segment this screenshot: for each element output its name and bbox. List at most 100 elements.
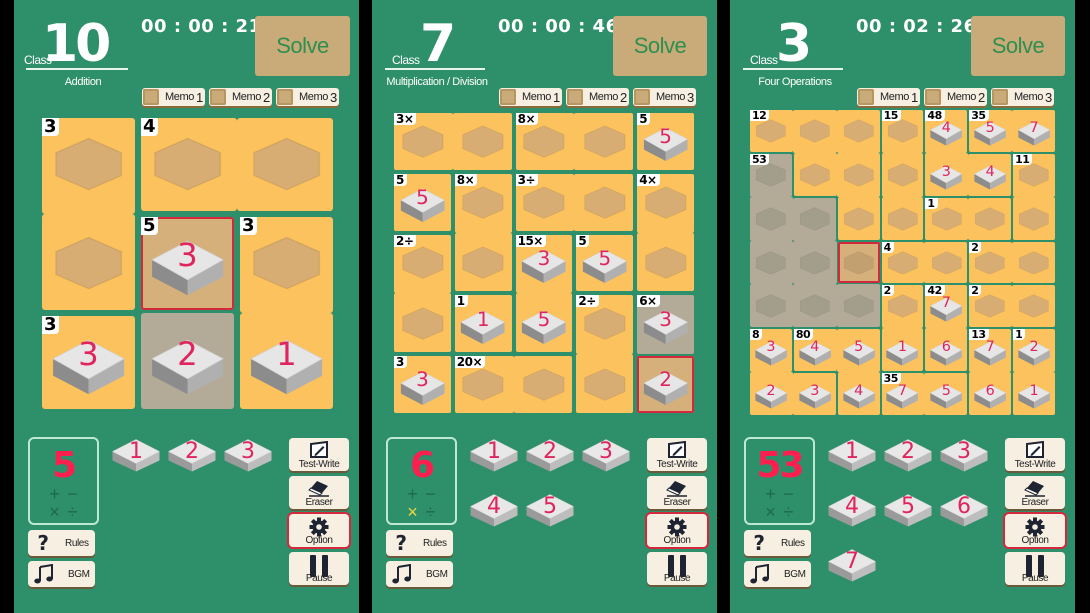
keypad-4-button[interactable]: 4 xyxy=(827,492,877,528)
number-tile[interactable]: 3 xyxy=(642,307,689,345)
eraser-button[interactable]: Eraser xyxy=(647,476,707,509)
memo-2-button[interactable]: Memo 2 xyxy=(566,88,629,106)
tile-number: 5 xyxy=(941,382,951,399)
number-tile[interactable]: 4 xyxy=(798,339,832,366)
rules-button[interactable]: ? Rules xyxy=(386,530,453,556)
number-tile[interactable]: 5 xyxy=(973,119,1007,146)
empty-slot-hex xyxy=(974,206,1006,231)
bgm-button[interactable]: BGM xyxy=(28,561,95,587)
pause-button[interactable]: Pause xyxy=(1005,552,1065,585)
number-tile[interactable]: 6 xyxy=(929,339,963,366)
memo-number: 2 xyxy=(619,89,627,105)
number-tile[interactable]: 7 xyxy=(885,382,919,410)
class-underline xyxy=(385,68,485,70)
keypad-2-button[interactable]: 2 xyxy=(167,437,217,473)
rules-button[interactable]: ? Rules xyxy=(744,530,811,556)
memo-3-button[interactable]: Memo 3 xyxy=(633,88,696,106)
number-tile[interactable]: 7 xyxy=(929,295,963,322)
memo-2-button[interactable]: Memo 2 xyxy=(924,88,987,106)
number-tile[interactable]: 3 xyxy=(929,163,963,190)
memo-2-button[interactable]: Memo 2 xyxy=(209,88,272,106)
option-button[interactable]: Option xyxy=(289,514,349,547)
memo-3-button[interactable]: Memo 3 xyxy=(991,88,1054,106)
bgm-button[interactable]: BGM xyxy=(744,561,811,587)
option-button[interactable]: Option xyxy=(1005,514,1065,547)
number-tile[interactable]: 5 xyxy=(929,382,963,410)
number-tile[interactable]: 5 xyxy=(520,307,567,345)
tile-number: 6 xyxy=(941,339,951,356)
keypad-3-button[interactable]: 3 xyxy=(223,437,273,473)
number-tile[interactable]: 1 xyxy=(248,334,325,396)
solve-button[interactable]: Solve xyxy=(971,16,1065,76)
memo-checkbox[interactable] xyxy=(143,89,159,105)
keypad-6-button[interactable]: 6 xyxy=(939,492,989,528)
memo-checkbox[interactable] xyxy=(925,89,941,105)
keypad-3-button[interactable]: 3 xyxy=(581,437,631,473)
test-write-button[interactable]: Test-Write xyxy=(289,438,349,471)
number-tile[interactable]: 3 xyxy=(798,382,832,410)
number-tile[interactable]: 6 xyxy=(973,382,1007,410)
keypad-5-button[interactable]: 5 xyxy=(525,492,575,528)
rules-button[interactable]: ? Rules xyxy=(28,530,95,556)
empty-slot-hex xyxy=(152,137,223,191)
number-tile[interactable]: 5 xyxy=(581,246,628,284)
test-write-button[interactable]: Test-Write xyxy=(1005,438,1065,471)
number-tile[interactable]: 7 xyxy=(1017,119,1051,146)
memo-1-button[interactable]: Memo 1 xyxy=(499,88,562,106)
number-tile[interactable]: 5 xyxy=(642,124,689,162)
cage-clue: 4× xyxy=(637,173,660,186)
memo-checkbox[interactable] xyxy=(277,89,293,105)
number-tile[interactable]: 5 xyxy=(399,185,446,223)
number-tile[interactable]: 4 xyxy=(842,382,876,410)
memo-checkbox[interactable] xyxy=(567,89,583,105)
test-write-button[interactable]: Test-Write xyxy=(647,438,707,471)
target-value: 5 xyxy=(51,445,77,486)
keypad-number: 1 xyxy=(129,439,143,464)
number-tile[interactable]: 3 xyxy=(399,368,446,406)
pause-button[interactable]: Pause xyxy=(647,552,707,585)
number-tile[interactable]: 1 xyxy=(885,339,919,366)
number-tile[interactable]: 2 xyxy=(149,334,226,396)
option-button[interactable]: Option xyxy=(647,514,707,547)
memo-1-button[interactable]: Memo 1 xyxy=(857,88,920,106)
memo-label: Memo xyxy=(1014,91,1043,103)
memo-3-button[interactable]: Memo 3 xyxy=(276,88,339,106)
memo-checkbox[interactable] xyxy=(634,89,650,105)
keypad-1-button[interactable]: 1 xyxy=(827,437,877,473)
memo-checkbox[interactable] xyxy=(500,89,516,105)
number-tile[interactable]: 4 xyxy=(929,119,963,146)
number-tile[interactable]: 2 xyxy=(754,382,788,410)
keypad-4-button[interactable]: 4 xyxy=(469,492,519,528)
class-label: Class xyxy=(392,53,420,67)
solve-button[interactable]: Solve xyxy=(255,16,350,76)
keypad-1-button[interactable]: 1 xyxy=(469,437,519,473)
keypad-1-button[interactable]: 1 xyxy=(111,437,161,473)
keypad-5-button[interactable]: 5 xyxy=(883,492,933,528)
cage-clue: 8 xyxy=(750,329,763,341)
pause-button[interactable]: Pause xyxy=(289,552,349,585)
number-tile[interactable]: 7 xyxy=(973,339,1007,366)
number-tile[interactable]: 3 xyxy=(149,235,226,297)
number-tile[interactable]: 1 xyxy=(1017,382,1051,410)
number-tile[interactable]: 3 xyxy=(754,339,788,366)
bgm-button[interactable]: BGM xyxy=(386,561,453,587)
keypad-3-button[interactable]: 3 xyxy=(939,437,989,473)
number-tile[interactable]: 5 xyxy=(842,339,876,366)
number-tile[interactable]: 2 xyxy=(642,368,689,406)
keypad-2-button[interactable]: 2 xyxy=(883,437,933,473)
memo-checkbox[interactable] xyxy=(858,89,874,105)
number-tile[interactable]: 1 xyxy=(459,307,506,345)
number-tile[interactable]: 3 xyxy=(520,246,567,284)
cage-clue: 3 xyxy=(42,316,60,334)
solve-button[interactable]: Solve xyxy=(613,16,707,76)
keypad-7-button[interactable]: 7 xyxy=(827,547,877,583)
keypad-2-button[interactable]: 2 xyxy=(525,437,575,473)
memo-checkbox[interactable] xyxy=(992,89,1008,105)
eraser-button[interactable]: Eraser xyxy=(289,476,349,509)
number-tile[interactable]: 3 xyxy=(50,334,127,396)
memo-checkbox[interactable] xyxy=(210,89,226,105)
eraser-button[interactable]: Eraser xyxy=(1005,476,1065,509)
number-tile[interactable]: 2 xyxy=(1017,339,1051,366)
number-tile[interactable]: 4 xyxy=(973,163,1007,190)
memo-1-button[interactable]: Memo 1 xyxy=(142,88,205,106)
